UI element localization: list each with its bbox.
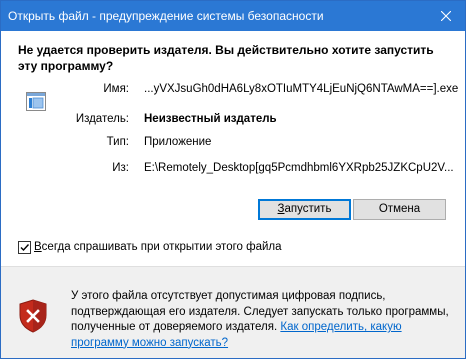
always-ask-accesskey: В xyxy=(34,241,42,253)
always-ask-option[interactable]: Всегда спрашивать при открытии этого фай… xyxy=(18,240,282,254)
from-label: Из: xyxy=(112,162,129,174)
close-icon xyxy=(441,11,451,21)
type-value: Приложение xyxy=(144,136,212,148)
run-button[interactable]: Запустить xyxy=(258,199,351,220)
run-button-accesskey: З xyxy=(277,203,285,215)
cancel-button[interactable]: Отмена xyxy=(353,199,446,220)
application-icon xyxy=(26,92,46,111)
type-label: Тип: xyxy=(106,136,129,148)
publisher-value: Неизвестный издатель xyxy=(144,113,277,125)
shield-error-icon xyxy=(19,299,47,333)
run-button-label: апустить xyxy=(284,203,332,215)
security-warning-dialog: Открыть файл - предупреждение системы бе… xyxy=(0,0,466,359)
dialog-content: Не удается проверить издателя. Вы действ… xyxy=(1,31,465,267)
title-bar[interactable]: Открыть файл - предупреждение системы бе… xyxy=(1,1,465,31)
name-label: Имя: xyxy=(103,83,129,95)
always-ask-label: Всегда спрашивать при открытии этого фай… xyxy=(34,241,282,253)
cancel-button-label: Отмена xyxy=(378,203,421,215)
checkmark-icon xyxy=(20,243,30,251)
warning-heading: Не удается проверить издателя. Вы действ… xyxy=(18,43,434,73)
always-ask-label-text: сегда спрашивать при открытии этого файл… xyxy=(41,241,282,253)
always-ask-checkbox[interactable] xyxy=(18,240,31,254)
publisher-label: Издатель: xyxy=(75,113,129,125)
warning-footer: У этого файла отсутствует допустимая циф… xyxy=(1,267,465,358)
name-value: ...yVXJsuGh0dHA6Ly8xOTIuMTY4LjEuNjQ6NTAw… xyxy=(144,83,459,95)
warning-message: У этого файла отсутствует допустимая циф… xyxy=(71,289,451,351)
window-title: Открыть файл - предупреждение системы бе… xyxy=(8,9,324,23)
from-value: E:\Remotely_Desktop[gq5Pcmdhbml6YXRpb25J… xyxy=(144,162,454,174)
close-button[interactable] xyxy=(427,1,465,31)
